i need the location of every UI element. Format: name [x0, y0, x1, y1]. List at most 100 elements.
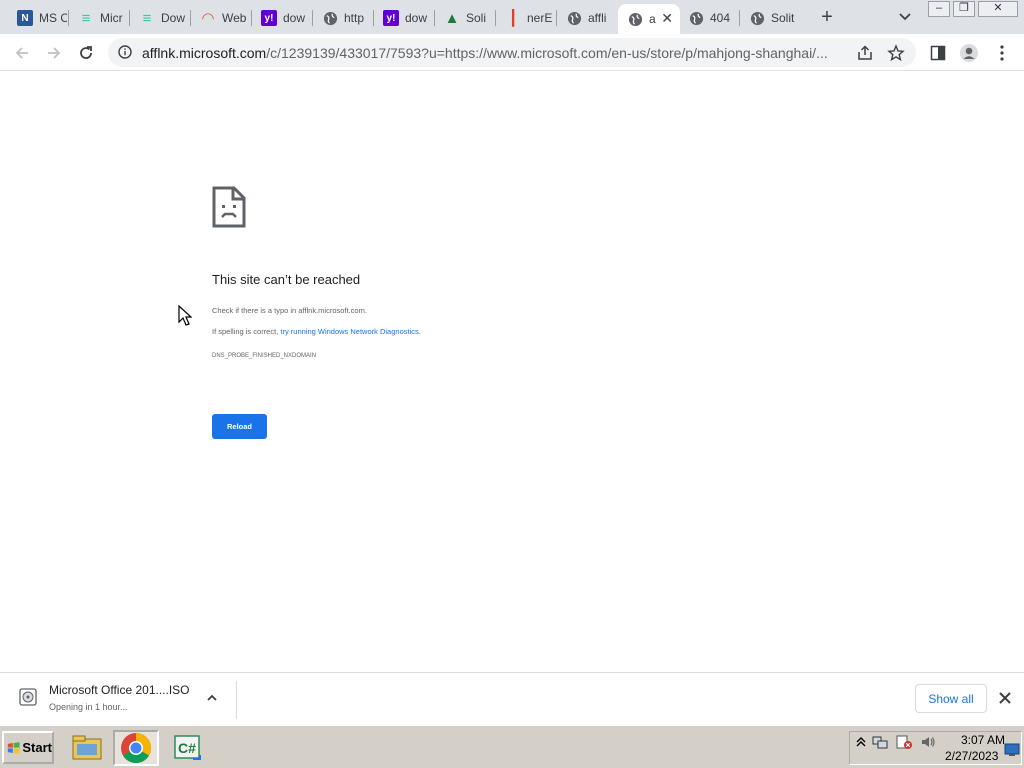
network-diagnostics-link[interactable]: try running Windows Network Diagnostics	[280, 327, 418, 336]
clock-time[interactable]: 3:07 AM	[958, 733, 1008, 747]
browser-tab[interactable]: affli	[557, 4, 618, 32]
globe-icon	[322, 10, 338, 26]
bookmark-star-icon[interactable]	[887, 44, 905, 62]
mouse-cursor-icon	[178, 305, 192, 326]
browser-tab[interactable]: a ✕	[618, 4, 680, 34]
tab-title: a	[649, 12, 656, 26]
back-button[interactable]	[12, 43, 32, 63]
diagnostics-prefix: If spelling is correct,	[212, 327, 281, 336]
tab-title: dow	[405, 11, 428, 25]
taskbar-csharp-app[interactable]: C#	[164, 730, 210, 766]
start-label: Start	[22, 740, 52, 755]
tab-title: Soli	[466, 11, 487, 25]
url-text[interactable]: afflnk.microsoft.com/c/1239139/433017/75…	[142, 45, 844, 61]
url-host: afflnk.microsoft.com	[142, 45, 267, 61]
csharp-icon: C#	[174, 735, 201, 760]
new-tab-button[interactable]: +	[816, 7, 838, 29]
browser-toolbar: afflnk.microsoft.com/c/1239139/433017/75…	[0, 34, 1024, 71]
tab-search-icon[interactable]	[896, 9, 914, 25]
sad-page-icon	[212, 186, 246, 228]
windows-flag-icon	[7, 741, 20, 754]
volume-icon[interactable]	[920, 734, 936, 750]
browser-tab[interactable]: ≡ Dow	[130, 4, 191, 32]
profile-button[interactable]	[959, 43, 979, 63]
typo-hint: Check if there is a typo in afflnk.micro…	[212, 306, 367, 315]
reload-toolbar-button[interactable]	[76, 43, 96, 63]
globe-icon	[749, 10, 765, 26]
globe-icon	[566, 10, 582, 26]
browser-tab[interactable]: N MS O	[8, 4, 69, 32]
maximize-button[interactable]: ❐	[953, 1, 975, 17]
tab-title: Solit	[771, 11, 795, 25]
tab-title: 404	[710, 11, 731, 25]
bars-icon: ┃	[508, 10, 518, 27]
tab-title: affli	[588, 11, 607, 25]
tab-title: http	[344, 11, 365, 25]
divider	[236, 681, 237, 719]
diagnostics-suffix: .	[418, 327, 421, 336]
chevron-up-icon[interactable]	[853, 734, 869, 750]
browser-tab[interactable]: Solit	[740, 4, 801, 32]
menu-button[interactable]	[992, 43, 1012, 63]
iso-file-icon	[19, 688, 37, 706]
globe-icon	[627, 11, 643, 27]
reload-icon	[80, 46, 92, 59]
address-bar[interactable]: afflnk.microsoft.com/c/1239139/433017/75…	[108, 38, 916, 67]
f-logo-icon: ≡	[81, 9, 91, 27]
yahoo-icon: y!	[383, 10, 399, 26]
tab-title: Web	[222, 11, 247, 25]
rainbow-icon: ◠	[202, 10, 214, 27]
show-desktop-icon[interactable]	[1004, 742, 1020, 758]
back-arrow-icon	[15, 47, 28, 59]
forward-button[interactable]	[44, 43, 64, 63]
forward-arrow-icon	[48, 47, 61, 59]
reload-button[interactable]: Reload	[212, 414, 267, 439]
avatar-icon	[960, 44, 978, 62]
folder-icon	[72, 735, 102, 760]
download-file-name[interactable]: Microsoft Office 201....ISO	[49, 683, 190, 697]
taskbar-chrome[interactable]	[113, 730, 159, 766]
browser-tab[interactable]: y! dow	[252, 4, 313, 32]
tab-title: nerE	[527, 11, 553, 25]
tab-title: dow	[283, 11, 306, 25]
svg-text:C#: C#	[178, 740, 196, 756]
side-panel-button[interactable]	[928, 43, 948, 63]
network-icon[interactable]	[872, 734, 888, 750]
browser-tab[interactable]: y! dow	[374, 4, 435, 32]
taskbar-explorer[interactable]	[64, 730, 110, 766]
diagnostics-hint: If spelling is correct, try running Wind…	[212, 327, 421, 336]
chevron-up-icon[interactable]	[205, 691, 219, 705]
f-logo-icon: ≡	[142, 9, 152, 27]
browser-tab[interactable]: ▲ Soli	[435, 4, 496, 32]
tree-icon: ▲	[444, 9, 460, 27]
site-info-icon[interactable]	[118, 45, 132, 59]
minimize-button[interactable]: –	[928, 1, 950, 17]
close-icon[interactable]	[998, 691, 1012, 705]
browser-tab[interactable]: ≡ Micr	[69, 4, 130, 32]
tab-title: Micr	[100, 11, 123, 25]
chrome-icon	[121, 733, 152, 764]
close-window-button[interactable]: ✕	[978, 1, 1018, 17]
browser-tab[interactable]: 404	[679, 4, 740, 32]
url-path: /c/1239139/433017/7593?u=https://www.mic…	[266, 45, 828, 61]
download-status: Opening in 1 hour...	[49, 702, 128, 712]
close-tab-icon[interactable]: ✕	[661, 10, 673, 27]
start-button[interactable]: Start	[2, 731, 54, 764]
security-alert-icon[interactable]	[896, 734, 912, 750]
share-icon[interactable]	[856, 44, 874, 62]
tab-strip: N MS O ≡ Micr ≡ Dow ◠ Web y! dow http y! dow ▲ Soli ┃ ne…	[0, 0, 1024, 34]
clock-date[interactable]: 2/27/2023	[945, 749, 998, 763]
kebab-menu-icon	[1000, 45, 1004, 61]
yahoo-icon: y!	[261, 10, 277, 26]
tab-title: MS O	[39, 11, 67, 25]
browser-tab[interactable]: http	[313, 4, 374, 32]
browser-tab[interactable]: ◠ Web	[191, 4, 252, 32]
globe-icon	[688, 10, 704, 26]
browser-tab[interactable]: ┃ nerE	[496, 4, 557, 32]
show-all-button[interactable]: Show all	[915, 684, 987, 713]
taskbar: Start C# 3:07 AM 2/27/2023	[0, 724, 1024, 768]
error-code: DNS_PROBE_FINISHED_NXDOMAIN	[212, 353, 317, 359]
page-content: This site can’t be reached Check if ther…	[0, 72, 1024, 672]
side-panel-icon	[930, 45, 946, 61]
ms-docs-icon: N	[17, 10, 33, 26]
